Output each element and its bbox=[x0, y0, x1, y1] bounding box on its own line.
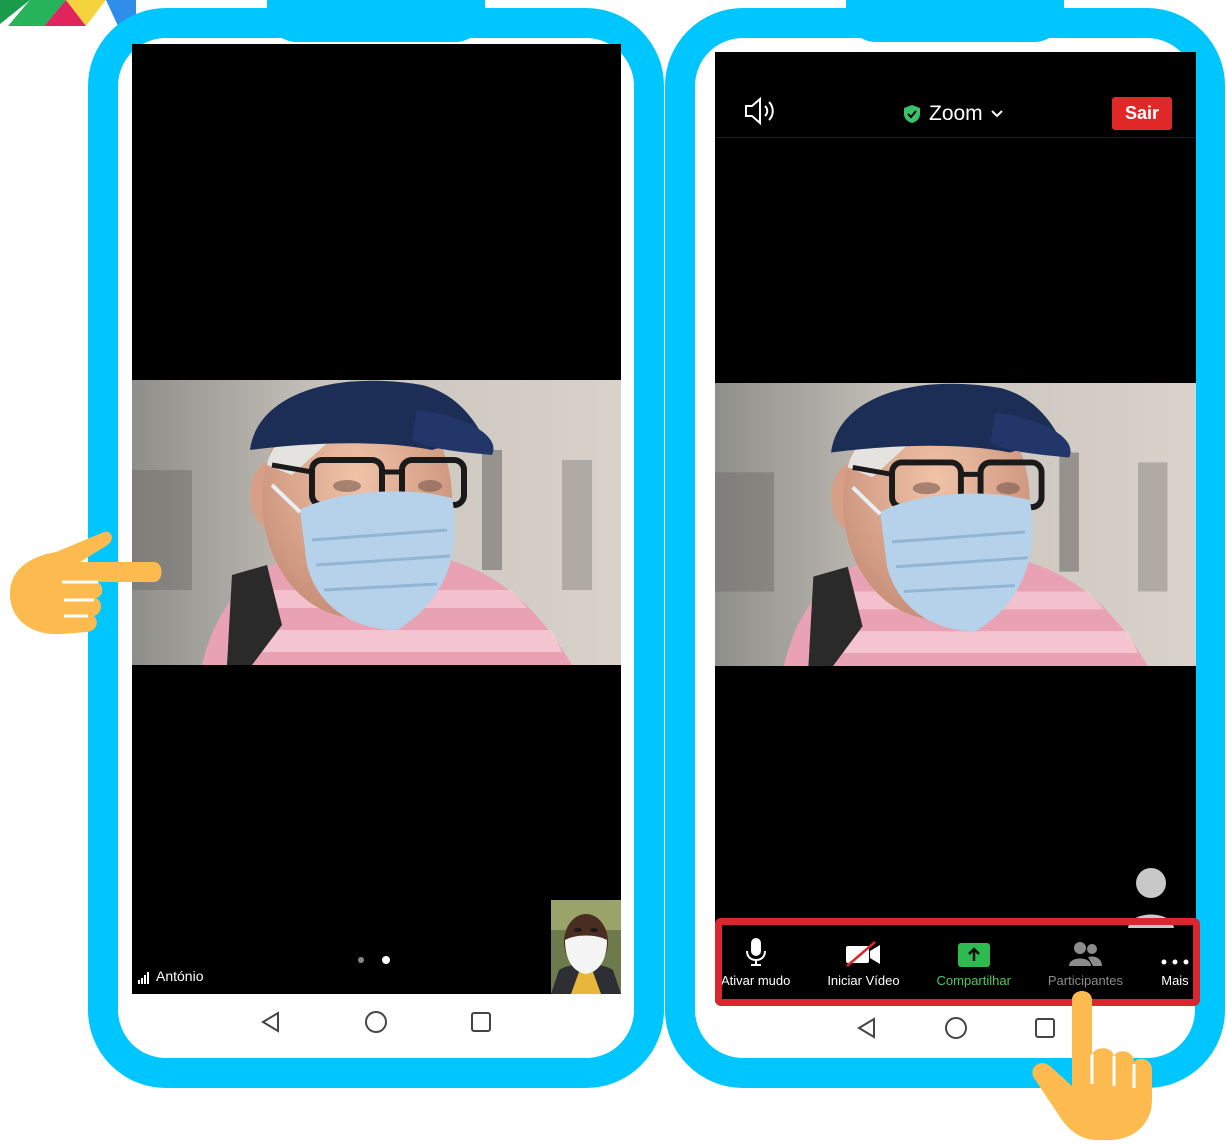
pointing-hand-icon bbox=[10, 531, 162, 635]
phone-notch-right bbox=[846, 0, 1064, 42]
back-icon[interactable] bbox=[251, 1002, 291, 1042]
tapping-hand-icon bbox=[1032, 991, 1152, 1140]
chevron-down-icon bbox=[990, 110, 1003, 118]
meeting-top-bar: Zoom Sair bbox=[715, 52, 1196, 138]
signal-icon bbox=[138, 972, 149, 984]
page-indicator[interactable] bbox=[358, 956, 390, 964]
android-nav-bar-left bbox=[218, 1002, 534, 1042]
leave-meeting-button[interactable]: Sair bbox=[1111, 97, 1172, 130]
back-icon[interactable] bbox=[847, 1008, 887, 1048]
page-dot-active bbox=[382, 956, 390, 964]
meeting-title-text: Zoom bbox=[929, 102, 983, 125]
security-shield-icon bbox=[904, 105, 920, 123]
participant-name-tag: António bbox=[138, 968, 203, 984]
participant-video[interactable] bbox=[132, 380, 621, 665]
self-view-thumbnail[interactable] bbox=[551, 900, 621, 994]
participant-name: António bbox=[156, 968, 204, 984]
recents-icon[interactable] bbox=[461, 1002, 501, 1042]
home-icon[interactable] bbox=[936, 1008, 976, 1048]
zoom-meeting-screen-gallery: António bbox=[132, 44, 621, 994]
speaker-icon[interactable] bbox=[743, 96, 779, 131]
zoom-meeting-screen-controls: Zoom Sair Ativar mudo Iniciar Vídeo Comp… bbox=[715, 52, 1196, 1002]
page-dot bbox=[358, 957, 364, 963]
phone-notch-left bbox=[267, 0, 485, 42]
participant-video[interactable] bbox=[715, 383, 1196, 666]
meeting-title-dropdown[interactable]: Zoom bbox=[903, 102, 1003, 126]
home-icon[interactable] bbox=[356, 1002, 396, 1042]
